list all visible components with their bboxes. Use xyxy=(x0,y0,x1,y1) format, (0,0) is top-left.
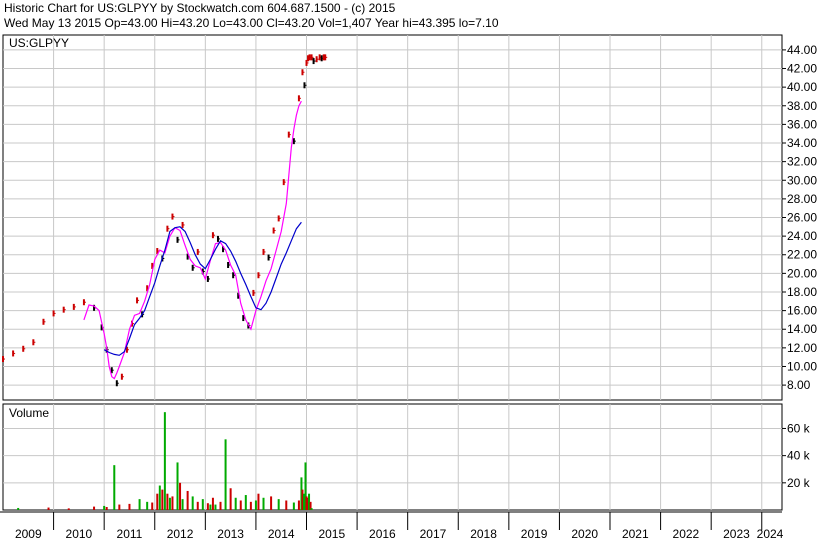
volume-bar xyxy=(201,499,204,510)
volume-bar xyxy=(156,493,159,510)
price-y-tick-label: 42.00 xyxy=(787,62,817,76)
volume-bar xyxy=(128,503,131,510)
volume-y-tick-label: 60 k xyxy=(787,421,811,435)
volume-bar xyxy=(196,501,199,510)
volume-bar xyxy=(211,497,214,510)
price-y-tick-label: 40.00 xyxy=(787,80,817,94)
volume-bar xyxy=(277,499,280,510)
volume-bar xyxy=(249,501,252,510)
volume-bar xyxy=(161,489,164,510)
price-y-tick-label: 22.00 xyxy=(787,248,817,262)
x-axis-tick-label: 2012 xyxy=(167,527,194,541)
volume-bar xyxy=(138,499,141,510)
volume-bar xyxy=(179,482,182,510)
x-axis-tick-label: 2020 xyxy=(571,527,598,541)
x-axis-tick-label: 2016 xyxy=(369,527,396,541)
volume-panel: 20 k 40 k 60 k Volume xyxy=(2,403,811,511)
volume-panel-background xyxy=(2,403,783,511)
volume-bar xyxy=(93,506,96,510)
volume-bar xyxy=(168,497,171,510)
x-axis-tick-label: 2017 xyxy=(420,527,447,541)
volume-y-axis-labels: 20 k 40 k 60 k xyxy=(782,421,811,490)
volume-bar xyxy=(224,439,227,510)
price-y-tick-label: 44.00 xyxy=(787,43,817,57)
price-y-tick-label: 24.00 xyxy=(787,229,817,243)
volume-bar xyxy=(158,485,161,510)
volume-bar xyxy=(118,504,121,510)
volume-bar xyxy=(234,497,237,510)
volume-bar xyxy=(214,504,217,510)
volume-bar xyxy=(209,504,212,510)
price-y-tick-label: 36.00 xyxy=(787,117,817,131)
price-y-tick-label: 8.00 xyxy=(787,378,811,392)
volume-bar xyxy=(151,502,154,510)
price-y-tick-label: 10.00 xyxy=(787,359,817,373)
volume-bar xyxy=(206,503,209,510)
price-y-tick-label: 34.00 xyxy=(787,136,817,150)
volume-bar xyxy=(229,488,232,510)
x-axis-tick-label: 2024 xyxy=(757,527,784,541)
volume-y-tick-label: 40 k xyxy=(787,449,811,463)
volume-bar xyxy=(239,500,242,510)
price-y-tick-label: 32.00 xyxy=(787,155,817,169)
price-panel: 8.00 10.00 12.00 14.00 16.00 18.00 20.00 22.00 2… xyxy=(2,34,817,401)
x-axis-tick-label: 2015 xyxy=(318,527,345,541)
volume-bar xyxy=(297,500,300,510)
volume-bar xyxy=(163,412,166,510)
volume-bar xyxy=(262,497,265,510)
volume-bar xyxy=(171,496,174,510)
volume-bar xyxy=(176,462,179,510)
x-axis-tick-label: 2019 xyxy=(521,527,548,541)
price-y-tick-label: 14.00 xyxy=(787,322,817,336)
price-y-tick-label: 28.00 xyxy=(787,192,817,206)
x-axis-tick-label: 2009 xyxy=(15,527,42,541)
x-axis-tick-label: 2010 xyxy=(66,527,93,541)
volume-bar xyxy=(105,507,108,510)
volume-bar xyxy=(257,493,260,510)
volume-bar xyxy=(285,500,288,510)
volume-bar xyxy=(103,505,106,510)
volume-bar xyxy=(17,507,20,510)
x-axis: 2009 2010 2011 2012 2013 2014 2015 2016 2017 2018… xyxy=(0,511,830,543)
volume-bar xyxy=(292,502,295,510)
historic-chart: 8.00 10.00 12.00 14.00 16.00 18.00 20.00 22.00 2… xyxy=(0,34,830,543)
volume-bar xyxy=(186,490,189,510)
price-y-tick-label: 38.00 xyxy=(787,99,817,113)
price-y-axis-labels: 8.00 10.00 12.00 14.00 16.00 18.00 20.00 22.00 2… xyxy=(782,43,817,392)
volume-bar xyxy=(146,501,149,510)
volume-bar xyxy=(47,507,50,510)
volume-bar xyxy=(67,508,70,510)
x-axis-tick-label: 2013 xyxy=(217,527,244,541)
price-y-tick-label: 12.00 xyxy=(787,341,817,355)
volume-bar xyxy=(270,496,273,510)
x-axis-tick-label: 2018 xyxy=(470,527,497,541)
volume-bar xyxy=(244,495,247,510)
price-y-tick-label: 16.00 xyxy=(787,304,817,318)
x-axis-tick-label: 2022 xyxy=(673,527,700,541)
price-y-tick-label: 30.00 xyxy=(787,173,817,187)
price-y-tick-label: 20.00 xyxy=(787,266,817,280)
volume-bar xyxy=(191,496,194,510)
volume-label: Volume xyxy=(9,406,49,420)
x-axis-tick-label: 2023 xyxy=(723,527,750,541)
volume-bar xyxy=(181,499,184,510)
x-axis-tick-label: 2011 xyxy=(117,527,143,541)
x-axis-tick-label: 2021 xyxy=(622,527,649,541)
symbol-label: US:GLPYY xyxy=(9,36,69,50)
x-axis-tick-label: 2014 xyxy=(268,527,295,541)
volume-y-tick-label: 20 k xyxy=(787,476,811,490)
price-y-tick-label: 26.00 xyxy=(787,211,817,225)
volume-bar xyxy=(219,501,222,510)
volume-bar xyxy=(310,508,313,510)
volume-bar xyxy=(113,465,116,510)
price-y-tick-label: 18.00 xyxy=(787,285,817,299)
volume-bar xyxy=(166,493,169,510)
volume-bar xyxy=(254,500,257,510)
